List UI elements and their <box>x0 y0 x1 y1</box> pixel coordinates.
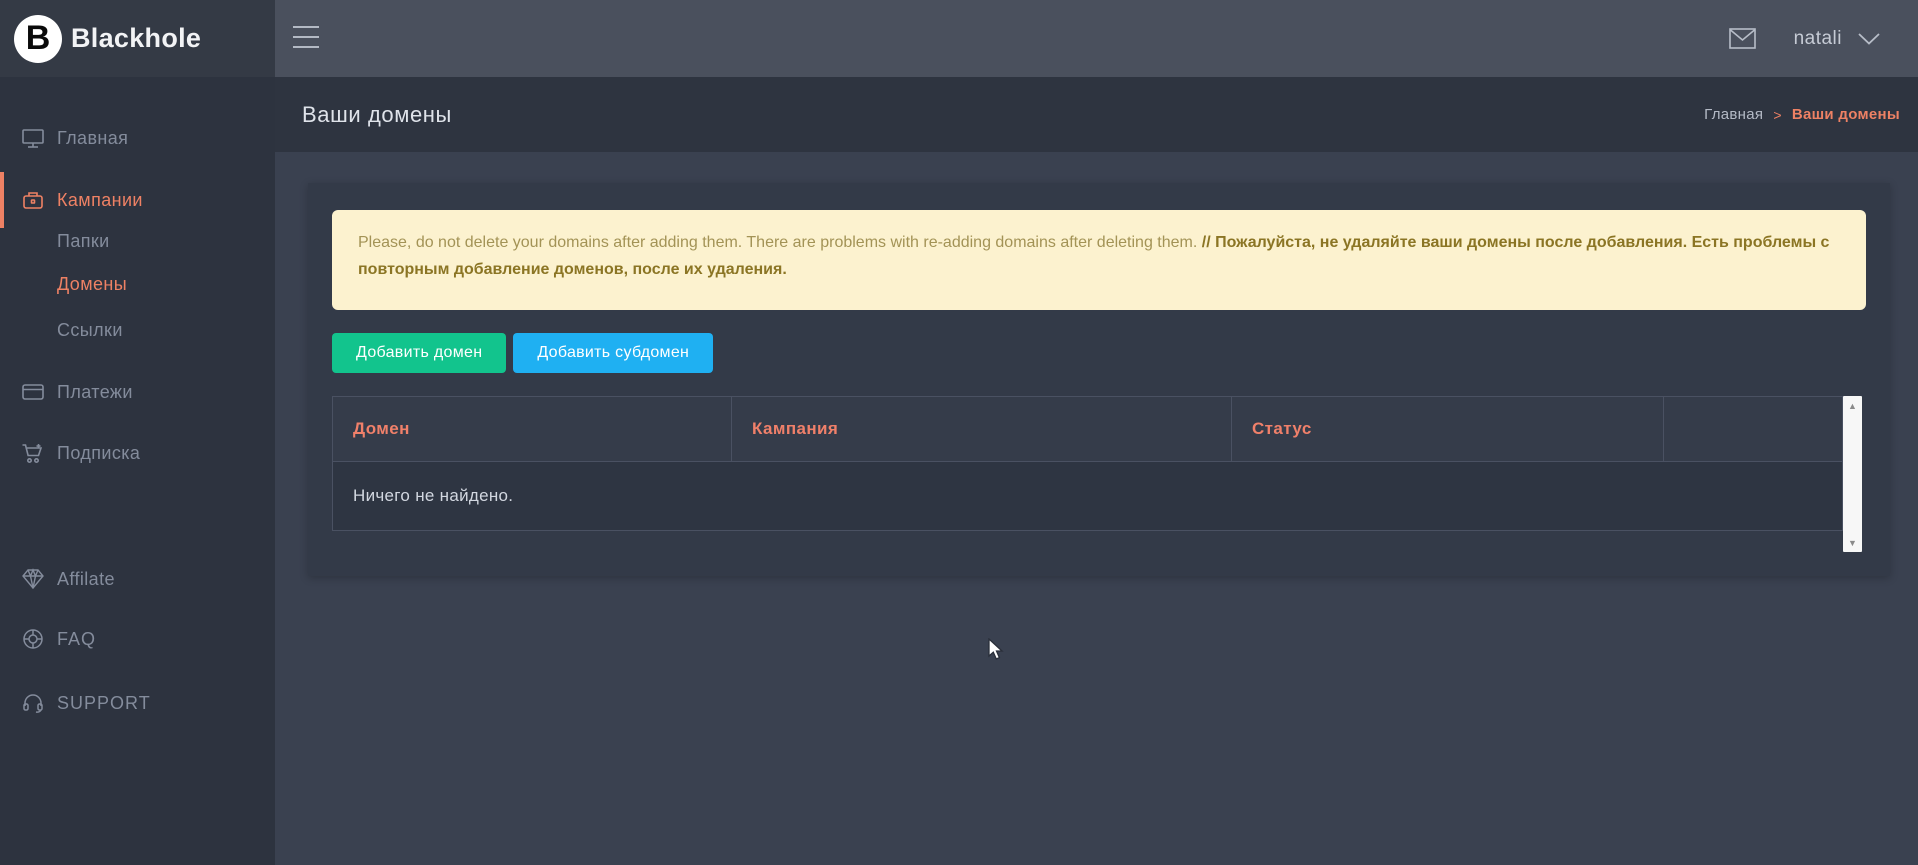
scroll-down-icon[interactable]: ▼ <box>1843 534 1862 551</box>
logo-letter: B <box>26 19 51 58</box>
sidebar-item-folders[interactable]: Папки <box>0 219 275 263</box>
menu-bar <box>293 26 319 28</box>
domains-panel: Please, do not delete your domains after… <box>308 183 1890 576</box>
sidebar-item-payments[interactable]: Платежи <box>0 364 275 420</box>
actions-row: Добавить домен Добавить субдомен <box>332 333 713 373</box>
warning-text-en: Please, do not delete your domains after… <box>358 234 1202 251</box>
sidebar-item-label: SUPPORT <box>57 693 151 714</box>
breadcrumb-current: Ваши домены <box>1792 106 1900 123</box>
blackhole-logo-icon[interactable]: B <box>14 15 62 63</box>
scroll-up-icon[interactable]: ▲ <box>1843 397 1862 414</box>
sidebar-item-subscription[interactable]: Подписка <box>0 425 275 481</box>
sidebar: B Blackhole Главная Кампании <box>0 0 275 865</box>
add-subdomain-button[interactable]: Добавить субдомен <box>513 333 713 373</box>
column-header-campaign: Кампания <box>732 397 1232 461</box>
topbar-right: natali <box>1729 0 1918 77</box>
sidebar-item-support[interactable]: SUPPORT <box>0 675 275 731</box>
column-header-status: Статус <box>1232 397 1664 461</box>
mouse-cursor-icon <box>988 638 1004 661</box>
username[interactable]: natali <box>1794 28 1842 50</box>
sidebar-item-domains[interactable]: Домены <box>0 262 275 306</box>
empty-message: Ничего не найдено. <box>353 486 513 506</box>
sidebar-item-faq[interactable]: FAQ <box>0 611 275 667</box>
menu-bar <box>293 36 319 38</box>
headset-icon <box>21 691 45 715</box>
life-ring-icon <box>21 627 45 651</box>
sidebar-item-label: Ссылки <box>57 320 123 341</box>
chevron-down-icon[interactable] <box>1858 33 1880 45</box>
warning-banner: Please, do not delete your domains after… <box>332 210 1866 310</box>
mail-icon[interactable] <box>1729 28 1756 49</box>
breadcrumb-separator-icon: > <box>1773 107 1781 123</box>
menu-bar <box>293 46 319 48</box>
sidebar-item-label: Платежи <box>57 382 133 403</box>
sidebar-item-label: Папки <box>57 231 110 252</box>
sidebar-item-label: Подписка <box>57 443 140 464</box>
sidebar-item-label: Домены <box>57 274 127 295</box>
sidebar-item-label: Кампании <box>57 190 143 211</box>
domains-table: Домен Кампания Статус Ничего не найдено.… <box>332 396 1862 552</box>
table-row: Ничего не найдено. <box>332 462 1843 531</box>
monitor-icon <box>21 126 45 150</box>
app-window: B Blackhole Главная Кампании <box>0 0 1918 865</box>
briefcase-icon <box>21 188 45 212</box>
credit-card-icon <box>21 380 45 404</box>
add-domain-button[interactable]: Добавить домен <box>332 333 506 373</box>
column-header-domain: Домен <box>333 397 732 461</box>
sidebar-item-label: Affilate <box>57 569 115 590</box>
topbar: natali <box>275 0 1918 77</box>
menu-icon[interactable] <box>293 26 319 48</box>
cart-plus-icon <box>21 441 45 465</box>
page-header: Ваши домены Главная > Ваши домены <box>275 77 1918 152</box>
sidebar-header: B Blackhole <box>0 0 275 77</box>
sidebar-item-links[interactable]: Ссылки <box>0 308 275 352</box>
breadcrumb-home-link[interactable]: Главная <box>1704 106 1763 123</box>
sidebar-item-label: FAQ <box>57 629 96 650</box>
sidebar-item-label: Главная <box>57 128 128 149</box>
brand-name: Blackhole <box>71 23 201 54</box>
sidebar-item-affiliate[interactable]: Affilate <box>0 551 275 607</box>
table-header-row: Домен Кампания Статус <box>332 396 1843 462</box>
diamond-icon <box>21 567 45 591</box>
page-title: Ваши домены <box>302 102 452 128</box>
table-scroll-area: Домен Кампания Статус Ничего не найдено. <box>332 396 1843 552</box>
column-header-actions <box>1664 397 1842 461</box>
vertical-scrollbar[interactable]: ▲ ▼ <box>1843 396 1862 552</box>
breadcrumb: Главная > Ваши домены <box>1704 106 1900 123</box>
sidebar-item-main[interactable]: Главная <box>0 110 275 166</box>
